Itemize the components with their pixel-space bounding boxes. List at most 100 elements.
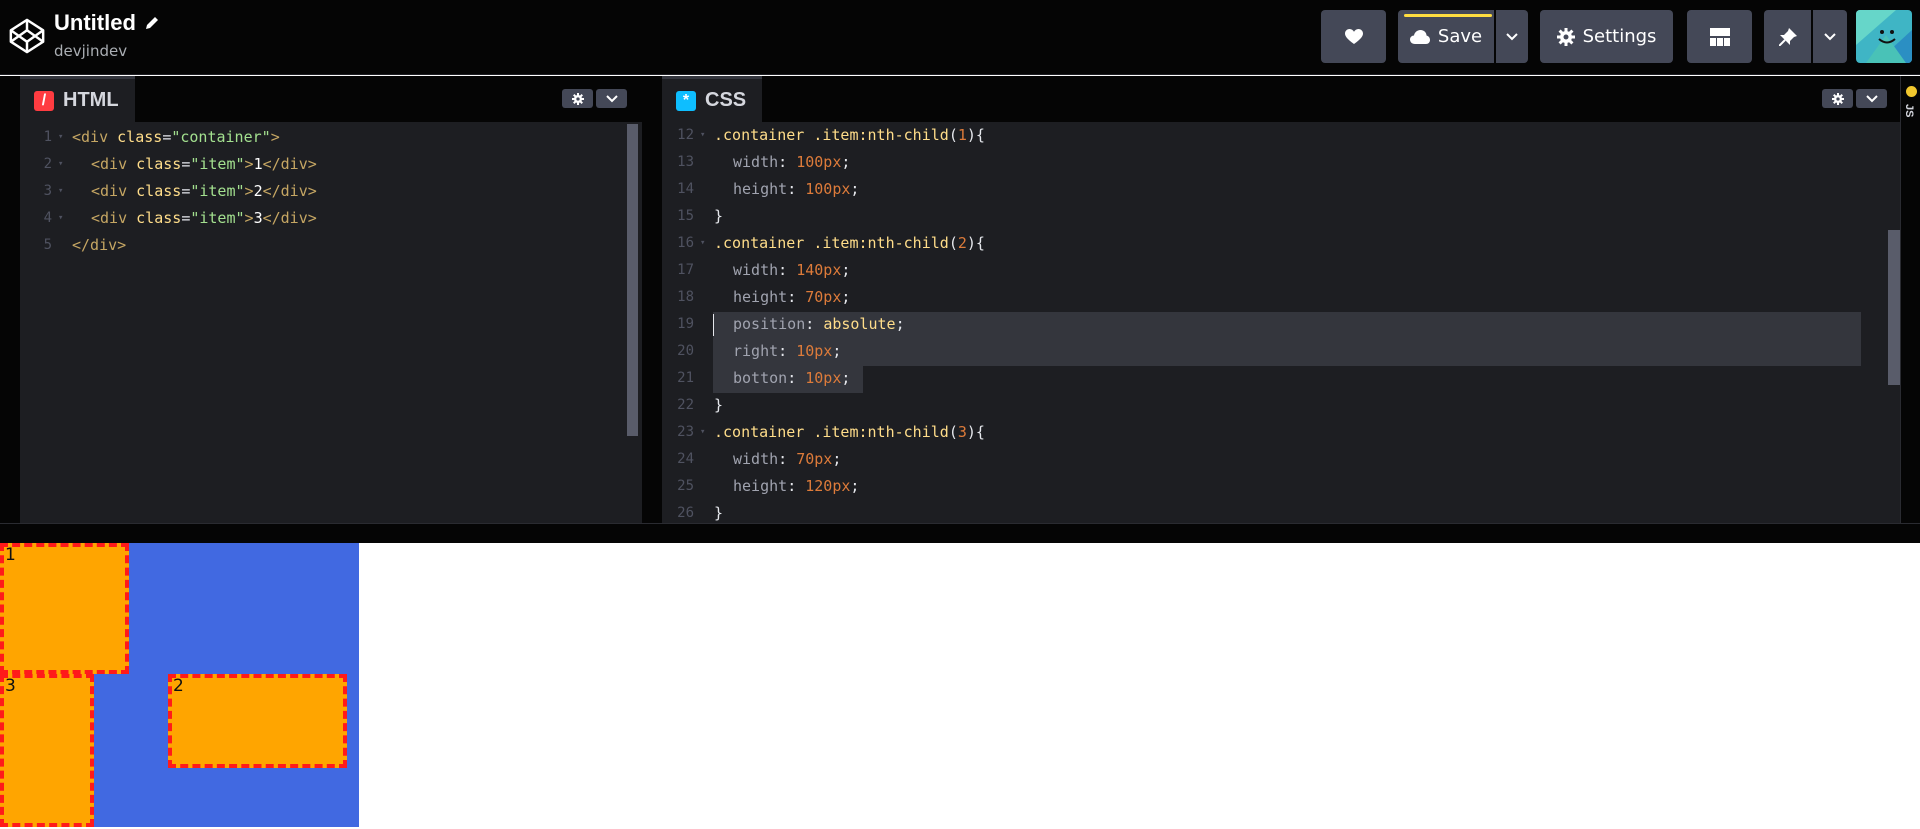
editor-resize-handle[interactable] <box>0 523 1920 543</box>
code-line[interactable]: 23 ▾ .container .item:nth-child(3){ <box>662 419 1900 446</box>
preview-pane[interactable]: 1 2 3 <box>0 543 1920 829</box>
code-token: .container .item <box>714 234 859 252</box>
pin-button[interactable] <box>1764 10 1811 63</box>
code-token: : <box>778 261 797 279</box>
code-line[interactable]: 18 height: 70px; <box>662 284 1900 311</box>
code-token: : <box>778 342 797 360</box>
code-line[interactable]: 13 width: 100px; <box>662 149 1900 176</box>
code-line[interactable]: 3 ▾ <div class="item">2</div> <box>20 178 642 205</box>
preview-item-2: 2 <box>168 674 347 768</box>
code-line[interactable]: 21 botton: 10px; <box>662 365 1900 392</box>
code-text: .container .item:nth-child(1){ <box>714 122 985 149</box>
chevron-down-icon <box>1506 32 1518 40</box>
line-number: 1 <box>43 129 52 145</box>
css-editor-scrollbar[interactable] <box>1888 230 1900 385</box>
code-line[interactable]: 22} <box>662 392 1900 419</box>
code-token: width <box>733 153 779 171</box>
code-line[interactable]: 26} <box>662 500 1900 523</box>
username[interactable]: devjindev <box>54 42 127 60</box>
pencil-icon[interactable] <box>144 15 160 31</box>
code-token: class <box>136 209 182 227</box>
code-token: = <box>181 155 191 173</box>
save-dropdown-button[interactable] <box>1496 10 1528 63</box>
pin-dropdown-button[interactable] <box>1813 10 1847 63</box>
fold-arrow-icon[interactable]: ▾ <box>58 151 63 178</box>
code-token: > <box>244 182 254 200</box>
code-token: <div <box>91 182 137 200</box>
code-line[interactable]: 1 ▾ <div class="container"> <box>20 124 642 151</box>
line-number: 14 <box>677 181 694 197</box>
heart-button[interactable] <box>1321 10 1386 63</box>
code-token: :nth-child <box>858 423 949 441</box>
code-token: ; <box>841 153 851 171</box>
code-token: 1 <box>253 155 263 173</box>
save-button[interactable]: Save <box>1398 10 1494 63</box>
fold-arrow-icon[interactable]: ▾ <box>700 230 705 257</box>
code-token: ; <box>841 261 851 279</box>
html-editor-scrollbar[interactable] <box>627 124 638 436</box>
settings-label: Settings <box>1582 26 1657 47</box>
code-token: ; <box>841 369 851 387</box>
code-token: = <box>162 128 172 146</box>
css-collapse-button[interactable] <box>1856 89 1887 108</box>
code-line[interactable]: 17 width: 140px; <box>662 257 1900 284</box>
code-token: 10px <box>805 369 842 387</box>
code-line[interactable]: 12 ▾ .container .item:nth-child(1){ <box>662 122 1900 149</box>
js-editor-collapsed[interactable] <box>1900 76 1920 523</box>
code-line[interactable]: 20 right: 10px; <box>662 338 1900 365</box>
settings-button[interactable]: Settings <box>1540 10 1673 63</box>
html-collapse-button[interactable] <box>596 89 627 108</box>
code-token: { <box>975 234 985 252</box>
code-line[interactable]: 5 </div> <box>20 232 642 259</box>
code-line[interactable]: 25 height: 120px; <box>662 473 1900 500</box>
fold-arrow-icon[interactable]: ▾ <box>58 178 63 205</box>
codepen-logo-icon[interactable] <box>8 17 46 55</box>
line-number: 22 <box>677 397 694 413</box>
html-lang-icon: / <box>34 90 54 111</box>
tab-css[interactable]: * CSS <box>662 76 763 122</box>
code-token: height <box>733 477 788 495</box>
code-text: width: 100px; <box>733 149 850 176</box>
code-line[interactable]: 24 width: 70px; <box>662 446 1900 473</box>
line-number: 26 <box>677 505 694 521</box>
gear-icon <box>1831 92 1844 105</box>
code-token: } <box>714 396 724 414</box>
chevron-down-icon <box>1824 32 1836 40</box>
html-editor[interactable]: / HTML 1 ▾ <div class="container"> 2 ▾ <div c… <box>20 76 642 523</box>
code-line[interactable]: 15} <box>662 203 1900 230</box>
fold-arrow-icon[interactable]: ▾ <box>700 122 705 149</box>
code-line[interactable]: 4 ▾ <div class="item">3</div> <box>20 205 642 232</box>
code-token: ; <box>832 342 842 360</box>
code-token: 100px <box>796 153 842 171</box>
code-token: ( <box>948 126 958 144</box>
code-text: height: 100px; <box>733 176 859 203</box>
code-line[interactable]: 19 position: absolute; <box>662 311 1900 338</box>
fold-arrow-icon[interactable]: ▾ <box>58 205 63 232</box>
pen-title[interactable]: Untitled <box>54 10 136 36</box>
html-settings-button[interactable] <box>562 89 593 108</box>
text-cursor <box>713 314 714 336</box>
code-text: } <box>714 392 723 419</box>
tab-js[interactable]: JS <box>1903 104 1915 117</box>
css-settings-button[interactable] <box>1822 89 1853 108</box>
code-token: :nth-child <box>858 234 949 252</box>
code-text: height: 120px; <box>733 473 859 500</box>
css-code-area[interactable]: 12 ▾ .container .item:nth-child(1){13 width… <box>662 122 1900 523</box>
code-line[interactable]: 2 ▾ <div class="item">1</div> <box>20 151 642 178</box>
fold-arrow-icon[interactable]: ▾ <box>700 419 705 446</box>
avatar[interactable] <box>1856 10 1912 63</box>
code-text: <div class="container"> <box>72 124 280 151</box>
code-token: } <box>714 207 724 225</box>
line-number: 18 <box>677 289 694 305</box>
change-view-button[interactable] <box>1687 10 1752 63</box>
code-line[interactable]: 14 height: 100px; <box>662 176 1900 203</box>
line-number: 5 <box>43 237 52 253</box>
fold-arrow-icon[interactable]: ▾ <box>58 124 63 151</box>
css-tab-label: CSS <box>705 89 747 111</box>
code-token: : <box>787 180 806 198</box>
code-line[interactable]: 16 ▾ .container .item:nth-child(2){ <box>662 230 1900 257</box>
tab-html[interactable]: / HTML <box>20 76 135 122</box>
code-token: ( <box>948 423 958 441</box>
code-text: } <box>714 203 723 230</box>
html-code-area[interactable]: 1 ▾ <div class="container"> 2 ▾ <div class="i… <box>20 122 642 523</box>
